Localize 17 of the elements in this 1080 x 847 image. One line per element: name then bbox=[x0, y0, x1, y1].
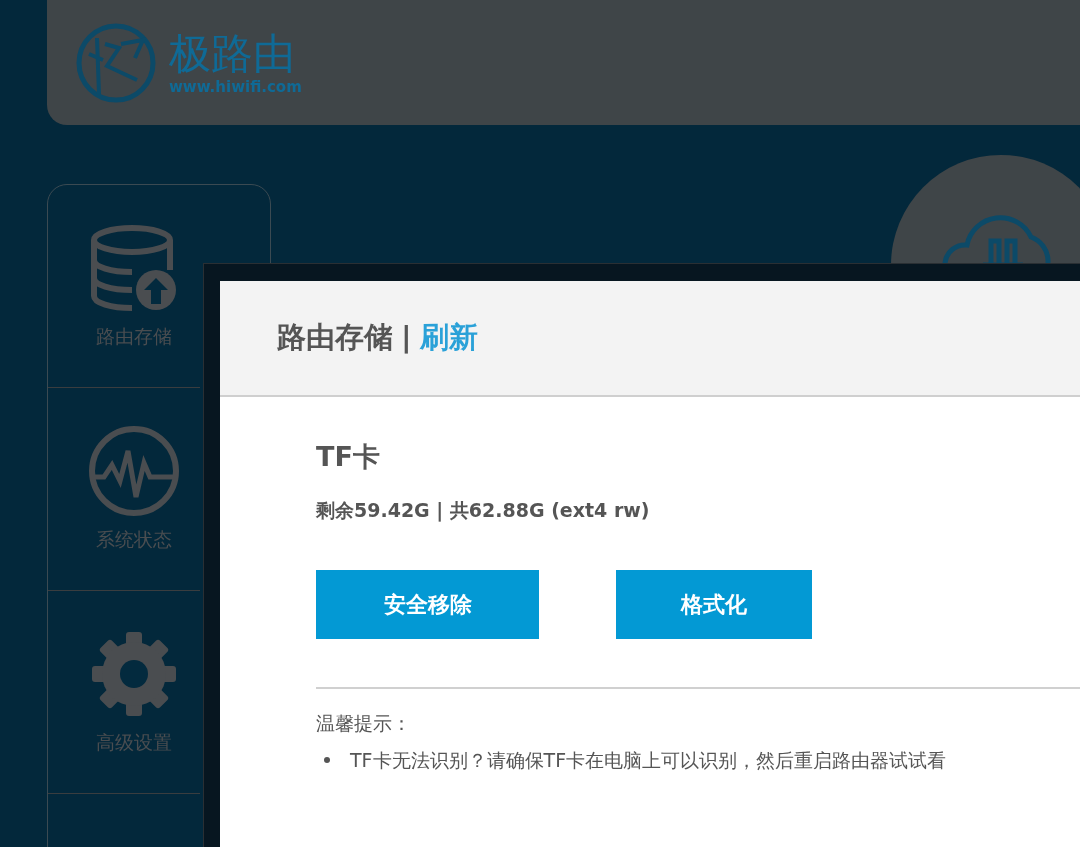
title-separator: | bbox=[401, 319, 412, 357]
device-usage: 剩余59.42G | 共62.88G (ext4 rw) bbox=[316, 497, 651, 524]
pulse-icon bbox=[88, 424, 180, 517]
sidebar-item[interactable]: 高级设置 bbox=[48, 591, 200, 794]
device-name: TF卡 bbox=[316, 440, 381, 474]
tips-heading: 温馨提示： bbox=[316, 711, 412, 736]
action-button[interactable]: 格式化 bbox=[616, 570, 812, 639]
refresh-link[interactable]: 刷新 bbox=[419, 316, 478, 360]
logo-url: www.hiwifi.com bbox=[169, 77, 302, 96]
bullet-icon bbox=[324, 756, 330, 763]
dialog-title: 路由存储 bbox=[277, 319, 393, 357]
action-button[interactable]: 安全移除 bbox=[316, 570, 539, 639]
logo-icon bbox=[75, 21, 157, 104]
tip-text: TF卡无法识别？请确保TF卡在电脑上可以识别，然后重启路由器试试看 bbox=[350, 747, 947, 773]
sidebar-item[interactable]: 系统状态 bbox=[48, 388, 200, 591]
sidebar-item[interactable]: 路由存储 bbox=[48, 185, 200, 388]
logo-text: 极路由 bbox=[169, 29, 296, 78]
